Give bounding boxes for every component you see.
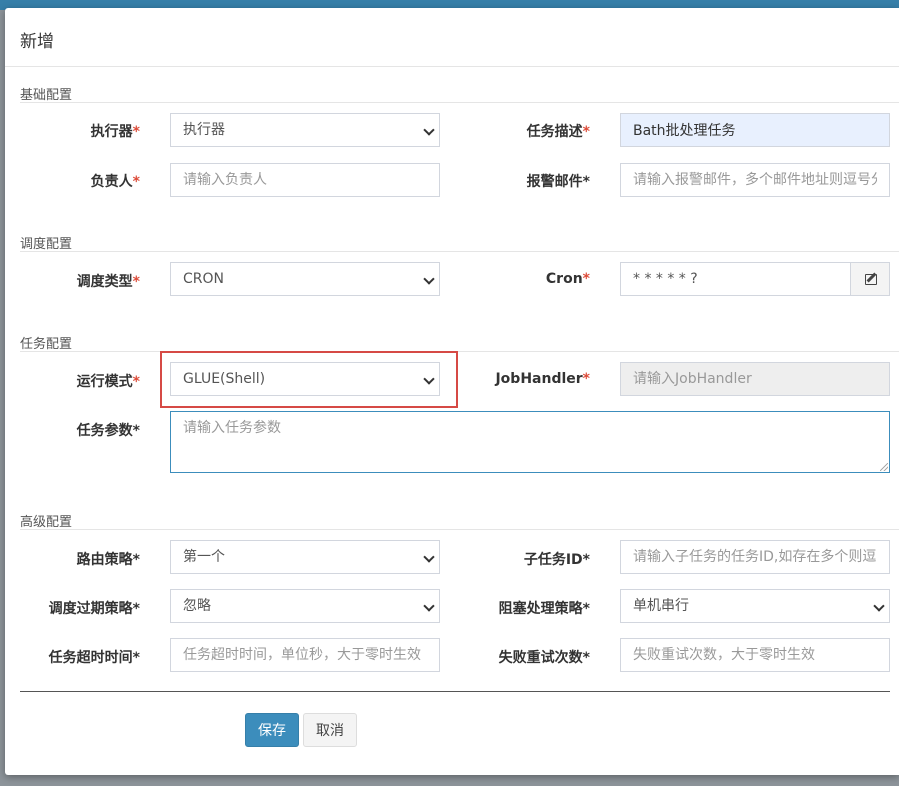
section-advanced-divider: [20, 529, 899, 530]
footer-divider: [20, 691, 890, 692]
header-divider: [5, 66, 899, 67]
block-strategy-label: 阻塞处理策略*: [498, 601, 590, 617]
job-handler-label: JobHandler*: [495, 371, 590, 387]
cron-edit-button[interactable]: [850, 262, 890, 296]
alarm-email-label: 报警邮件*: [526, 174, 590, 190]
cron-input[interactable]: [620, 262, 851, 296]
author-input[interactable]: [170, 163, 440, 197]
job-handler-input[interactable]: [620, 362, 890, 396]
schedule-type-select[interactable]: CRON: [170, 262, 440, 296]
section-advanced-title: 高级配置: [20, 515, 73, 530]
misfire-strategy-label: 调度过期策略*: [48, 601, 140, 617]
timeout-input[interactable]: [170, 638, 440, 672]
section-basic-divider: [20, 102, 899, 103]
executor-label: 执行器*: [90, 124, 140, 140]
child-job-label: 子任务ID*: [523, 552, 590, 568]
resize-handle[interactable]: [880, 463, 888, 471]
misfire-strategy-select[interactable]: 忽略: [170, 589, 440, 623]
schedule-type-label: 调度类型*: [76, 274, 140, 290]
fail-retry-label: 失败重试次数*: [498, 650, 590, 666]
section-basic-title: 基础配置: [20, 88, 73, 103]
job-desc-input[interactable]: [620, 113, 890, 147]
section-schedule-title: 调度配置: [20, 237, 73, 252]
child-job-input[interactable]: [620, 540, 890, 574]
run-mode-label: 运行模式*: [76, 374, 140, 390]
cron-label: Cron*: [545, 271, 590, 287]
job-param-textarea[interactable]: [170, 411, 890, 473]
executor-select[interactable]: 执行器: [170, 113, 440, 147]
route-strategy-label: 路由策略*: [76, 552, 140, 568]
edit-icon: [865, 274, 877, 285]
section-task-title: 任务配置: [20, 337, 73, 352]
author-label: 负责人*: [90, 174, 140, 190]
job-desc-label: 任务描述*: [526, 124, 590, 140]
add-job-dialog: 新增 基础配置 执行器* 执行器 任务描述* 负责人* 报警邮件* 调度配置 调…: [5, 8, 899, 775]
fail-retry-input[interactable]: [620, 638, 890, 672]
section-schedule-divider: [20, 251, 899, 252]
run-mode-highlight-box: [160, 351, 458, 408]
route-strategy-select[interactable]: 第一个: [170, 540, 440, 574]
timeout-label: 任务超时时间*: [48, 650, 140, 666]
block-strategy-select[interactable]: 单机串行: [620, 589, 890, 623]
alarm-email-input[interactable]: [620, 163, 890, 197]
save-button[interactable]: 保存: [245, 713, 299, 747]
dialog-title: 新增: [20, 32, 54, 52]
section-task-divider: [20, 351, 899, 352]
cancel-button[interactable]: 取消: [303, 713, 357, 747]
job-param-label: 任务参数*: [76, 423, 140, 439]
